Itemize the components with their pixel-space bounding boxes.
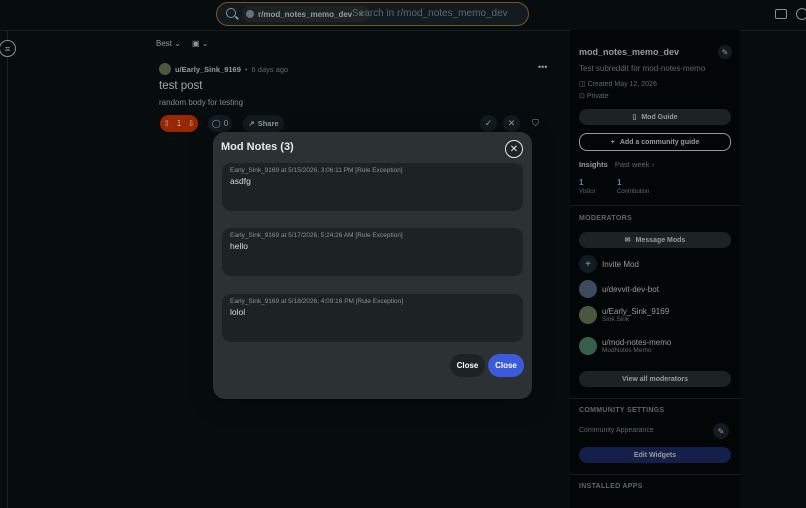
mod-note: Early_Sink_9169 at 5/17/2026, 5:24:26 AM… [222, 228, 523, 276]
note-body: hello [230, 241, 248, 251]
note-meta: Early_Sink_9169 at 5/18/2026, 4:09:16 PM… [230, 298, 404, 305]
mod-notes-modal: Mod Notes (3) ✕ Early_Sink_9169 at 5/15/… [213, 132, 532, 399]
close-icon[interactable]: ✕ [505, 140, 523, 158]
mod-note: Early_Sink_9169 at 5/15/2026, 3:06:11 PM… [222, 163, 523, 211]
note-body: asdfg [230, 176, 251, 186]
note-meta: Early_Sink_9169 at 5/17/2026, 5:24:26 AM… [230, 232, 403, 239]
note-body: lolol [230, 307, 246, 317]
close-primary-button[interactable]: Close [488, 354, 524, 377]
modal-title: Mod Notes (3) [221, 141, 294, 153]
note-meta: Early_Sink_9169 at 5/15/2026, 3:06:11 PM… [230, 167, 403, 174]
close-secondary-button[interactable]: Close [450, 354, 485, 377]
mod-note: Early_Sink_9169 at 5/18/2026, 4:09:16 PM… [222, 294, 523, 342]
